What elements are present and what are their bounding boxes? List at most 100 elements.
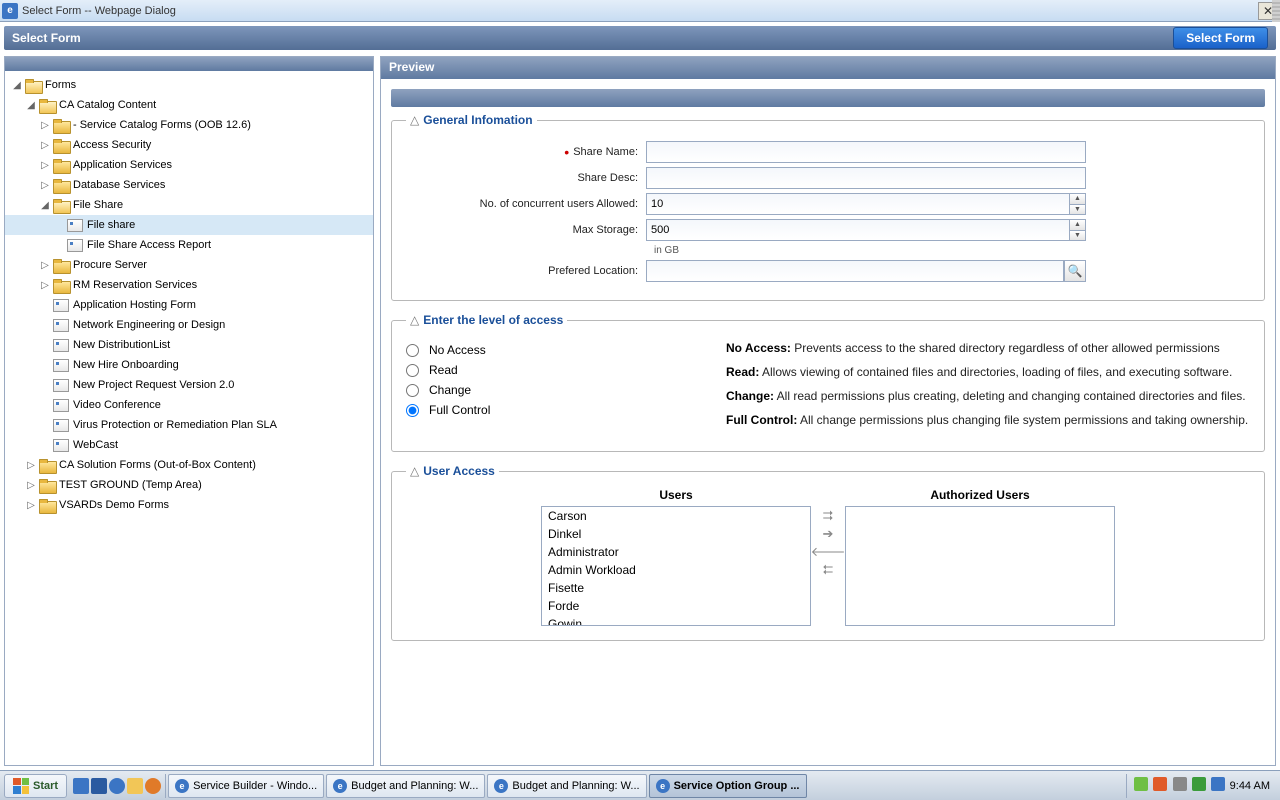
list-item[interactable]: Administrator — [542, 543, 810, 561]
tree-node[interactable]: ▷VSARDs Demo Forms — [5, 495, 373, 515]
tree-node[interactable]: ▷TEST GROUND (Temp Area) — [5, 475, 373, 495]
tree-node[interactable]: ▷RM Reservation Services — [5, 275, 373, 295]
list-item[interactable]: Fisette — [542, 579, 810, 597]
tree-panel-header — [5, 57, 373, 71]
folder-icon — [53, 259, 69, 272]
folder-icon — [53, 179, 69, 192]
windows-icon — [13, 778, 29, 794]
ql-firefox-icon[interactable] — [145, 778, 161, 794]
folder-icon — [53, 199, 69, 212]
lookup-button[interactable]: 🔍 — [1064, 260, 1086, 282]
tree-leaf-file-share[interactable]: File share — [5, 215, 373, 235]
preview-strip — [391, 89, 1265, 107]
folder-icon — [53, 279, 69, 292]
tree-node[interactable]: ▷Database Services — [5, 175, 373, 195]
tree-node-file-share[interactable]: ◢File Share — [5, 195, 373, 215]
label-share-name: Share Name: — [573, 146, 638, 158]
fieldset-access: △Enter the level of access No Access Rea… — [391, 313, 1265, 452]
ie-icon: e — [494, 779, 508, 793]
ql-icon[interactable] — [91, 778, 107, 794]
list-item[interactable]: Admin Workload — [542, 561, 810, 579]
folder-icon — [25, 79, 41, 92]
spin-up-icon[interactable]: ▲ — [1070, 194, 1085, 205]
tree-leaf-file-share-report[interactable]: File Share Access Report — [5, 235, 373, 255]
legend-general[interactable]: △General Infomation — [406, 113, 537, 127]
users-list[interactable]: Carson Dinkel Administrator Admin Worklo… — [541, 506, 811, 626]
tree-panel: ◢Forms ◢CA Catalog Content ▷- Service Ca… — [4, 56, 374, 766]
tray-icon[interactable] — [1153, 777, 1167, 791]
legend-user-access[interactable]: △User Access — [406, 464, 499, 478]
tray-icon[interactable] — [1134, 777, 1148, 791]
ie-icon: e — [333, 779, 347, 793]
tray-icon[interactable] — [1192, 777, 1206, 791]
spin-up-icon[interactable]: ▲ — [1070, 220, 1085, 231]
users-heading: Users — [541, 488, 811, 502]
taskbar-task-active[interactable]: eService Option Group ... — [649, 774, 807, 798]
share-name-input[interactable] — [646, 141, 1086, 163]
radio-full-control[interactable]: Full Control — [406, 403, 706, 417]
folder-icon — [53, 159, 69, 172]
concurrent-users-stepper[interactable]: ▲▼ — [646, 193, 1086, 215]
list-item[interactable]: Forde — [542, 597, 810, 615]
radio-change[interactable]: Change — [406, 383, 706, 397]
tree-leaf[interactable]: Video Conference — [5, 395, 373, 415]
tree-node[interactable]: ▷Access Security — [5, 135, 373, 155]
required-icon: • — [564, 144, 569, 160]
select-form-button[interactable]: Select Form — [1173, 27, 1268, 49]
list-item[interactable]: Carson — [542, 507, 810, 525]
tree-leaf[interactable]: New DistributionList — [5, 335, 373, 355]
move-all-left-icon[interactable]: ⮄ — [819, 562, 837, 578]
start-button[interactable]: Start — [4, 774, 67, 798]
tray-icon[interactable] — [1173, 777, 1187, 791]
move-all-right-icon[interactable]: ⮆ — [819, 508, 837, 524]
taskbar: Start eService Builder - Windo... eBudge… — [0, 770, 1280, 800]
tree-leaf[interactable]: Virus Protection or Remediation Plan SLA — [5, 415, 373, 435]
tree-leaf[interactable]: New Project Request Version 2.0 — [5, 375, 373, 395]
taskbar-task[interactable]: eService Builder - Windo... — [168, 774, 324, 798]
tree-node-forms[interactable]: ◢Forms — [5, 75, 373, 95]
tree-node-ca-catalog[interactable]: ◢CA Catalog Content — [5, 95, 373, 115]
legend-access[interactable]: △Enter the level of access — [406, 313, 567, 327]
access-descriptions: No Access: Prevents access to the shared… — [726, 337, 1250, 437]
list-item[interactable]: Dinkel — [542, 525, 810, 543]
form-icon — [67, 239, 83, 252]
window-title: Select Form -- Webpage Dialog — [22, 5, 1258, 17]
forms-tree[interactable]: ◢Forms ◢CA Catalog Content ▷- Service Ca… — [5, 71, 373, 765]
ql-icon[interactable] — [127, 778, 143, 794]
move-right-icon[interactable]: ➔ — [819, 526, 837, 542]
authorized-list[interactable] — [845, 506, 1115, 626]
tree-leaf[interactable]: New Hire Onboarding — [5, 355, 373, 375]
form-icon — [53, 439, 69, 452]
system-tray: 9:44 AM — [1126, 774, 1276, 798]
taskbar-task[interactable]: eBudget and Planning: W... — [326, 774, 485, 798]
tree-leaf[interactable]: Application Hosting Form — [5, 295, 373, 315]
tree-node[interactable]: ▷Procure Server — [5, 255, 373, 275]
radio-read[interactable]: Read — [406, 363, 706, 377]
tree-node[interactable]: ▷CA Solution Forms (Out-of-Box Content) — [5, 455, 373, 475]
move-left-icon[interactable]: 🡐 — [819, 544, 837, 560]
location-input[interactable] — [646, 260, 1064, 282]
share-desc-input[interactable] — [646, 167, 1086, 189]
quick-launch — [69, 774, 166, 798]
max-storage-hint: in GB — [654, 245, 1250, 256]
tree-node[interactable]: ▷- Service Catalog Forms (OOB 12.6) — [5, 115, 373, 135]
spin-down-icon[interactable]: ▼ — [1070, 231, 1085, 241]
tray-icon[interactable] — [1211, 777, 1225, 791]
form-icon — [53, 319, 69, 332]
list-item[interactable]: Gowin — [542, 615, 810, 626]
folder-icon — [39, 479, 55, 492]
spin-down-icon[interactable]: ▼ — [1070, 205, 1085, 215]
ql-icon[interactable] — [73, 778, 89, 794]
tree-leaf[interactable]: Network Engineering or Design — [5, 315, 373, 335]
clock: 9:44 AM — [1230, 780, 1270, 792]
ie-icon: e — [175, 779, 189, 793]
tree-leaf[interactable]: WebCast — [5, 435, 373, 455]
ql-ie-icon[interactable] — [109, 778, 125, 794]
max-storage-stepper[interactable]: ▲▼ — [646, 219, 1086, 241]
tree-node[interactable]: ▷Application Services — [5, 155, 373, 175]
taskbar-task[interactable]: eBudget and Planning: W... — [487, 774, 646, 798]
radio-no-access[interactable]: No Access — [406, 343, 706, 357]
fieldset-user-access: △User Access Users Carson Dinkel Adminis… — [391, 464, 1265, 641]
form-icon — [53, 379, 69, 392]
preview-header: Preview — [381, 57, 1275, 79]
